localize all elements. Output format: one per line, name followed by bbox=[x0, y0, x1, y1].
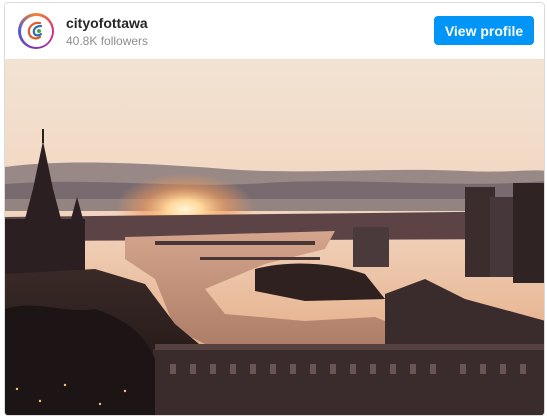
profile-avatar[interactable] bbox=[18, 13, 54, 49]
view-profile-button[interactable]: View profile bbox=[434, 16, 534, 45]
profile-username[interactable]: cityofottawa bbox=[66, 15, 148, 31]
instagram-embed-card: cityofottawa 40.8K followers View profil… bbox=[4, 2, 545, 416]
post-photo[interactable] bbox=[5, 59, 544, 415]
follower-count: 40.8K followers bbox=[66, 34, 149, 48]
post-header: cityofottawa 40.8K followers View profil… bbox=[5, 3, 544, 59]
city-of-ottawa-logo-icon bbox=[20, 15, 52, 47]
